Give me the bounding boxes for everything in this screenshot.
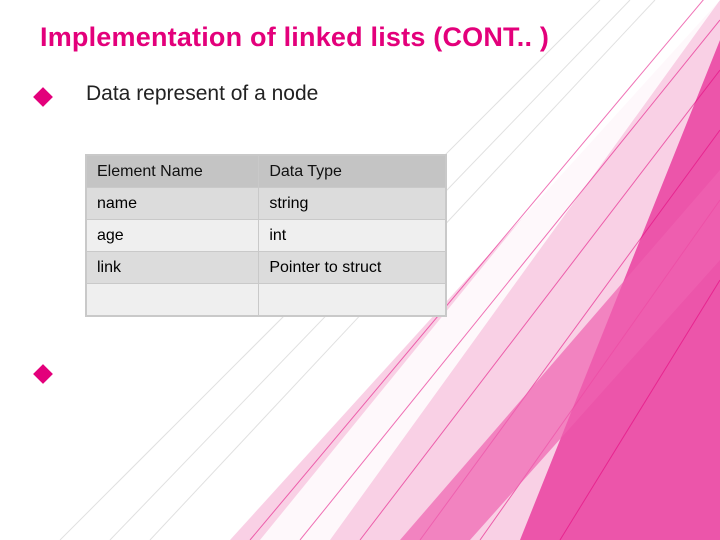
table-row: name string: [87, 188, 446, 220]
cell-element-name: age: [87, 220, 259, 252]
cell-data-type: [259, 284, 446, 316]
table-row: link Pointer to struct: [87, 252, 446, 284]
bullet-icon: [33, 364, 53, 384]
page-title: Implementation of linked lists (CONT.. ): [40, 22, 549, 53]
table-row: [87, 284, 446, 316]
node-fields-table: Element Name Data Type name string age i…: [86, 155, 446, 316]
subheading: Data represent of a node: [86, 82, 318, 106]
table-header-row: Element Name Data Type: [87, 156, 446, 188]
cell-data-type: Pointer to struct: [259, 252, 446, 284]
column-header: Data Type: [259, 156, 446, 188]
cell-data-type: string: [259, 188, 446, 220]
cell-element-name: name: [87, 188, 259, 220]
bullet-icon: [33, 87, 53, 107]
cell-element-name: link: [87, 252, 259, 284]
table-row: age int: [87, 220, 446, 252]
cell-data-type: int: [259, 220, 446, 252]
cell-element-name: [87, 284, 259, 316]
column-header: Element Name: [87, 156, 259, 188]
